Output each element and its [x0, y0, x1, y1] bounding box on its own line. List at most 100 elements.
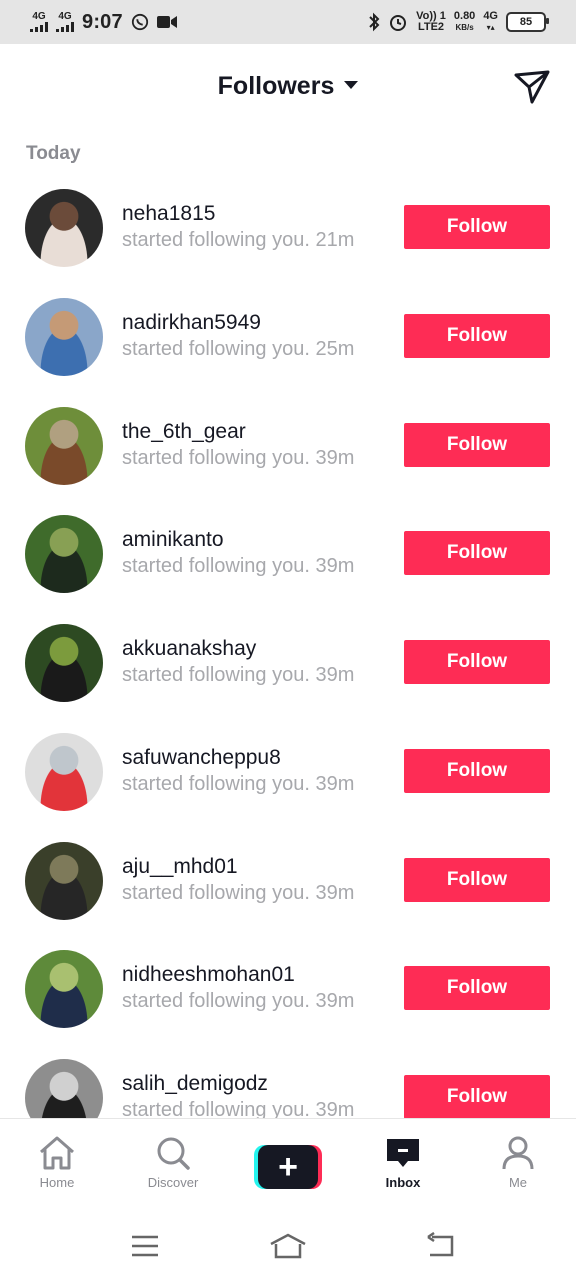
follower-row[interactable]: salih_demigodzstarted following you. 39m… [0, 1042, 576, 1118]
follower-username[interactable]: aju__mhd01 [122, 855, 238, 879]
header: Followers [0, 44, 576, 130]
avatar[interactable] [25, 841, 103, 920]
follower-username[interactable]: safuwancheppu8 [122, 746, 281, 770]
follower-row[interactable]: nidheeshmohan01 started following you. 39… [0, 933, 576, 1042]
nav-me[interactable]: Me [473, 1135, 563, 1190]
avatar[interactable] [25, 624, 103, 702]
follower-username[interactable]: nadirkhan5949 [122, 311, 261, 335]
signal-2-icon: 4G [56, 12, 74, 32]
nav-inbox[interactable]: Inbox [358, 1135, 448, 1190]
follow-button[interactable]: Follow [404, 1075, 550, 1118]
mobile-data-icon: 4G ▾▴ [483, 10, 498, 33]
create-button[interactable]: + [254, 1145, 322, 1189]
section-label: Today [26, 143, 81, 164]
page-title: Followers [217, 72, 335, 100]
follow-button[interactable]: Follow [404, 640, 550, 684]
follow-time: 39m [315, 446, 355, 469]
volte-indicator: Vo)) 1 LTE2 [416, 10, 446, 33]
follow-button[interactable]: Follow [404, 748, 550, 793]
follow-notice: started following you. 39m [122, 447, 354, 470]
follow-time: 39m [315, 881, 355, 904]
follow-message: started following you. [122, 446, 310, 469]
nav-discover-label: Discover [147, 1175, 199, 1190]
whatsapp-icon [131, 13, 148, 31]
follow-notice: started following you. 39m [122, 1099, 354, 1118]
follow-notice: started following you. 39m [122, 555, 354, 578]
follow-time: 39m [315, 664, 355, 686]
profile-icon [502, 1136, 534, 1170]
follow-time: 39m [315, 1099, 355, 1118]
home-system-icon[interactable] [268, 1232, 308, 1260]
follow-notice: started following you. 25m [122, 338, 354, 361]
avatar[interactable] [25, 189, 103, 267]
bluetooth-icon [369, 12, 380, 32]
follow-message: started following you. [122, 664, 310, 686]
clock: 9:07 [82, 10, 123, 33]
home-icon [40, 1136, 74, 1170]
follower-username[interactable]: neha1815 [122, 202, 215, 226]
follow-button[interactable]: Follow [404, 205, 550, 249]
follow-time: 21m [315, 229, 355, 251]
follow-notice: started following you. 39m [122, 773, 354, 796]
avatar[interactable] [25, 732, 103, 811]
follower-username[interactable]: akkuanakshay [122, 637, 256, 661]
follow-time: 39m [315, 990, 355, 1013]
inbox-icon [387, 1139, 419, 1167]
search-icon [157, 1137, 190, 1170]
follow-button[interactable]: Follow [404, 531, 550, 576]
follower-username[interactable]: salih_demigodz [122, 1072, 268, 1096]
nav-discover[interactable]: Discover [128, 1135, 218, 1190]
follower-row[interactable]: the_6th_gear started following you. 39m Fo… [0, 390, 576, 499]
bottom-nav: Home Discover + Inbox Me [0, 1118, 576, 1211]
send-message-icon[interactable] [512, 66, 552, 106]
follow-message: started following you. [122, 229, 310, 251]
followers-dropdown[interactable]: Followers [0, 72, 576, 101]
follow-notice: started following you. 21m [122, 229, 354, 252]
follow-button[interactable]: Follow [404, 966, 550, 1011]
follow-message: started following you. [122, 881, 310, 904]
follow-time: 39m [315, 772, 355, 795]
follow-message: started following you. [122, 772, 310, 795]
avatar[interactable] [25, 406, 103, 485]
menu-icon[interactable] [130, 1232, 160, 1260]
nav-me-label: Me [508, 1175, 528, 1190]
follower-row[interactable]: akkuanakshay started following you. 39m Fo… [0, 607, 576, 716]
network-speed: 0.80 KB/s [453, 10, 476, 33]
follower-row[interactable]: neha1815 started following you. 21m Follow [0, 172, 576, 281]
status-bar: 4G 4G 9:07 Vo)) 1 LTE2 0.80 KB/s 4G ▾▴ 8… [0, 0, 576, 44]
nav-home-label: Home [39, 1175, 75, 1190]
follow-time: 39m [315, 555, 355, 578]
follower-row[interactable]: aminikanto started following you. 39m Foll… [0, 498, 576, 607]
follow-time: 25m [315, 337, 355, 360]
follow-notice: started following you. 39m [122, 882, 354, 905]
nav-inbox-label: Inbox [385, 1175, 421, 1190]
follower-row[interactable]: nadirkhan5949 started following you. 25m F… [0, 281, 576, 390]
nav-home[interactable]: Home [12, 1135, 102, 1190]
video-icon [156, 16, 177, 28]
follow-message: started following you. [122, 555, 310, 578]
followers-list: neha1815 started following you. 21m Follow… [0, 172, 576, 1118]
avatar[interactable] [25, 1059, 103, 1118]
follower-username[interactable]: aminikanto [122, 528, 224, 552]
follow-button[interactable]: Follow [404, 313, 550, 358]
create-plus-icon: + [278, 1148, 298, 1186]
follow-message: started following you. [122, 990, 310, 1013]
follow-button[interactable]: Follow [404, 422, 550, 467]
alarm-icon [390, 15, 407, 31]
follow-message: started following you. [122, 337, 310, 360]
avatar[interactable] [25, 515, 103, 594]
follow-notice: started following you. 39m [122, 990, 354, 1013]
follower-username[interactable]: the_6th_gear [122, 420, 246, 444]
back-icon[interactable] [424, 1232, 456, 1260]
follow-notice: started following you. 39m [122, 664, 354, 687]
avatar[interactable] [25, 950, 103, 1029]
follower-row[interactable]: safuwancheppu8 started following you. 39m… [0, 716, 576, 825]
signal-1-icon: 4G [30, 12, 48, 32]
battery-icon: 85 [506, 12, 549, 32]
caret-down-icon [344, 81, 359, 90]
follower-username[interactable]: nidheeshmohan01 [122, 963, 295, 987]
follower-row[interactable]: aju__mhd01 started following you. 39m Foll… [0, 825, 576, 934]
follow-button[interactable]: Follow [404, 857, 550, 902]
avatar[interactable] [25, 297, 103, 376]
system-nav-bar [0, 1210, 576, 1280]
